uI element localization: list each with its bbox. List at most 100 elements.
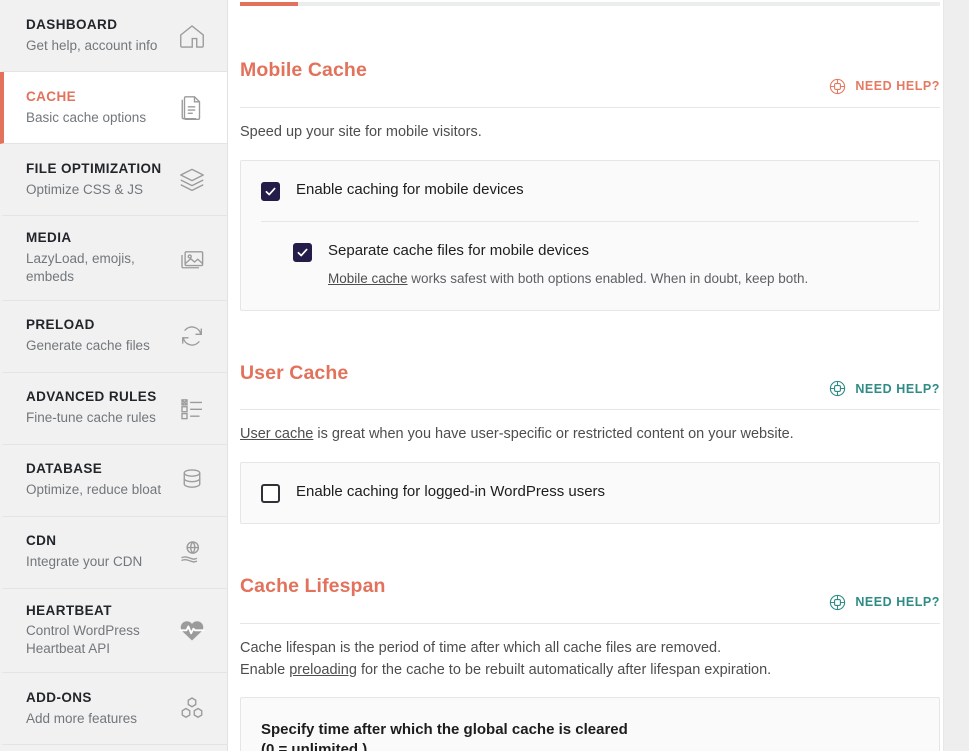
sidebar-item-sub: LazyLoad, emojis, embeds bbox=[26, 250, 167, 286]
sidebar-item-cache[interactable]: CACHE Basic cache options bbox=[0, 72, 227, 144]
lifebuoy-icon bbox=[828, 77, 847, 96]
sidebar-item-sub: Add more features bbox=[26, 710, 167, 728]
sidebar-item-text: DASHBOARD Get help, account info bbox=[26, 17, 175, 55]
database-icon bbox=[175, 463, 209, 497]
sidebar-item-sub: Fine-tune cache rules bbox=[26, 409, 167, 427]
section-title-cache-lifespan: Cache Lifespan bbox=[240, 576, 386, 597]
checkbox-separate-cache-files[interactable] bbox=[293, 243, 312, 262]
rocket-settings-page: DASHBOARD Get help, account info CACHE B… bbox=[0, 0, 969, 751]
sidebar-item-sub: Integrate your CDN bbox=[26, 553, 167, 571]
sidebar-item-heartbeat[interactable]: HEARTBEAT Control WordPress Heartbeat AP… bbox=[0, 589, 227, 674]
cache-lifespan-panel: Specify time after which the global cach… bbox=[240, 697, 940, 751]
lifebuoy-icon bbox=[828, 379, 847, 398]
option-row-separate-cache-files[interactable]: Separate cache files for mobile devices … bbox=[261, 221, 919, 310]
sidebar-item-text: DATABASE Optimize, reduce bloat bbox=[26, 461, 175, 499]
sidebar-item-text: ADVANCED RULES Fine-tune cache rules bbox=[26, 389, 175, 427]
sidebar-item-preload[interactable]: PRELOAD Generate cache files bbox=[0, 301, 227, 373]
checkbox-enable-logged-in-caching[interactable] bbox=[261, 484, 280, 503]
mobile-cache-options-panel: Enable caching for mobile devices Separa… bbox=[240, 160, 940, 311]
option-label: Enable caching for logged-in WordPress u… bbox=[296, 483, 919, 502]
checkbox-enable-mobile-caching[interactable] bbox=[261, 182, 280, 201]
refresh-icon bbox=[175, 319, 209, 353]
option-label: Separate cache files for mobile devices bbox=[328, 242, 919, 261]
sidebar-item-sub: Basic cache options bbox=[26, 109, 167, 127]
section-description-rest: is great when you have user-specific or … bbox=[313, 426, 793, 442]
section-user-cache: User Cache NEED HELP? User cache is grea… bbox=[240, 347, 940, 525]
option-text: Enable caching for mobile devices bbox=[296, 181, 919, 200]
sidebar-nav: DASHBOARD Get help, account info CACHE B… bbox=[0, 0, 228, 751]
sidebar-item-title: MEDIA bbox=[26, 230, 167, 247]
sidebar-item-title: DATABASE bbox=[26, 461, 167, 478]
preloading-doc-link[interactable]: preloading bbox=[289, 662, 357, 678]
checklist-icon bbox=[175, 391, 209, 425]
lifebuoy-icon bbox=[828, 593, 847, 612]
section-header: Cache Lifespan NEED HELP? bbox=[240, 560, 940, 624]
option-help-text: Mobile cache works safest with both opti… bbox=[328, 269, 919, 289]
need-help-link-mobile-cache[interactable]: NEED HELP? bbox=[828, 77, 940, 98]
sidebar-item-title: PRELOAD bbox=[26, 317, 167, 334]
need-help-link-cache-lifespan[interactable]: NEED HELP? bbox=[828, 593, 940, 614]
tab-underline-bar bbox=[240, 2, 940, 6]
option-text: Enable caching for logged-in WordPress u… bbox=[296, 483, 919, 502]
sidebar-item-title: CACHE bbox=[26, 89, 167, 106]
sidebar-item-text: ADD-ONS Add more features bbox=[26, 690, 175, 728]
sidebar-item-text: CACHE Basic cache options bbox=[26, 89, 175, 127]
sidebar-item-text: FILE OPTIMIZATION Optimize CSS & JS bbox=[26, 161, 175, 199]
sidebar-item-sub: Optimize CSS & JS bbox=[26, 181, 167, 199]
sidebar-item-text: CDN Integrate your CDN bbox=[26, 533, 175, 571]
section-title-user-cache: User Cache bbox=[240, 363, 348, 384]
sidebar-item-text: HEARTBEAT Control WordPress Heartbeat AP… bbox=[26, 603, 175, 659]
sidebar-item-sub: Control WordPress Heartbeat API bbox=[26, 622, 167, 658]
option-row-enable-mobile-caching[interactable]: Enable caching for mobile devices bbox=[261, 161, 919, 221]
option-label: Enable caching for mobile devices bbox=[296, 181, 919, 200]
home-icon bbox=[175, 19, 209, 53]
user-cache-options-panel: Enable caching for logged-in WordPress u… bbox=[240, 462, 940, 524]
sidebar-item-title: ADVANCED RULES bbox=[26, 389, 167, 406]
lifespan-field-title: Specify time after which the global cach… bbox=[261, 720, 919, 751]
lifespan-field-title-line1: Specify time after which the global cach… bbox=[261, 721, 628, 738]
section-header: User Cache NEED HELP? bbox=[240, 347, 940, 411]
need-help-link-user-cache[interactable]: NEED HELP? bbox=[828, 379, 940, 400]
cdn-globe-icon bbox=[175, 535, 209, 569]
need-help-label: NEED HELP? bbox=[855, 79, 940, 93]
lifespan-desc-line1: Cache lifespan is the period of time aft… bbox=[240, 640, 721, 656]
layers-icon bbox=[175, 163, 209, 197]
document-icon bbox=[175, 91, 209, 125]
option-text: Separate cache files for mobile devices … bbox=[328, 242, 919, 290]
sidebar-item-add-ons[interactable]: ADD-ONS Add more features bbox=[0, 673, 227, 745]
sidebar-item-title: DASHBOARD bbox=[26, 17, 167, 34]
section-description: User cache is great when you have user-s… bbox=[240, 424, 940, 446]
mobile-cache-doc-link[interactable]: Mobile cache bbox=[328, 271, 408, 286]
page-title: Mobile Cache bbox=[240, 60, 367, 81]
section-cache-lifespan: Cache Lifespan NEED HELP? Cache bbox=[240, 560, 940, 751]
need-help-label: NEED HELP? bbox=[855, 382, 940, 396]
sidebar-item-advanced-rules[interactable]: ADVANCED RULES Fine-tune cache rules bbox=[0, 373, 227, 445]
sidebar-item-text: PRELOAD Generate cache files bbox=[26, 317, 175, 355]
sidebar-item-file-optimization[interactable]: FILE OPTIMIZATION Optimize CSS & JS bbox=[0, 144, 227, 216]
sidebar-item-title: HEARTBEAT bbox=[26, 603, 167, 620]
image-icon bbox=[175, 241, 209, 275]
sidebar-item-text: MEDIA LazyLoad, emojis, embeds bbox=[26, 230, 175, 286]
lifespan-field-title-line2: (0 = unlimited ) bbox=[261, 741, 367, 751]
section-mobile-cache: Mobile Cache NEED HELP? Speed up your si… bbox=[240, 44, 940, 311]
sidebar-item-title: ADD-ONS bbox=[26, 690, 167, 707]
sidebar-item-dashboard[interactable]: DASHBOARD Get help, account info bbox=[0, 0, 227, 72]
sidebar-item-sub: Get help, account info bbox=[26, 37, 167, 55]
heartbeat-icon bbox=[175, 613, 209, 647]
section-description: Speed up your site for mobile visitors. bbox=[240, 122, 940, 144]
sidebar-item-sub: Generate cache files bbox=[26, 337, 167, 355]
sidebar-item-title: FILE OPTIMIZATION bbox=[26, 161, 167, 178]
sidebar-item-media[interactable]: MEDIA LazyLoad, emojis, embeds bbox=[0, 216, 227, 301]
sidebar-item-sub: Optimize, reduce bloat bbox=[26, 481, 167, 499]
user-cache-doc-link[interactable]: User cache bbox=[240, 426, 313, 442]
option-row-enable-logged-in-caching[interactable]: Enable caching for logged-in WordPress u… bbox=[261, 463, 919, 523]
section-description: Cache lifespan is the period of time aft… bbox=[240, 638, 940, 682]
blocks-icon bbox=[175, 692, 209, 726]
sidebar-item-cdn[interactable]: CDN Integrate your CDN bbox=[0, 517, 227, 589]
settings-main-content: Mobile Cache NEED HELP? Speed up your si… bbox=[228, 0, 969, 751]
section-header: Mobile Cache NEED HELP? bbox=[240, 44, 940, 108]
need-help-label: NEED HELP? bbox=[855, 595, 940, 609]
tab-active-indicator bbox=[240, 2, 298, 6]
lifespan-desc-line2-pre: Enable bbox=[240, 662, 289, 678]
sidebar-item-database[interactable]: DATABASE Optimize, reduce bloat bbox=[0, 445, 227, 517]
